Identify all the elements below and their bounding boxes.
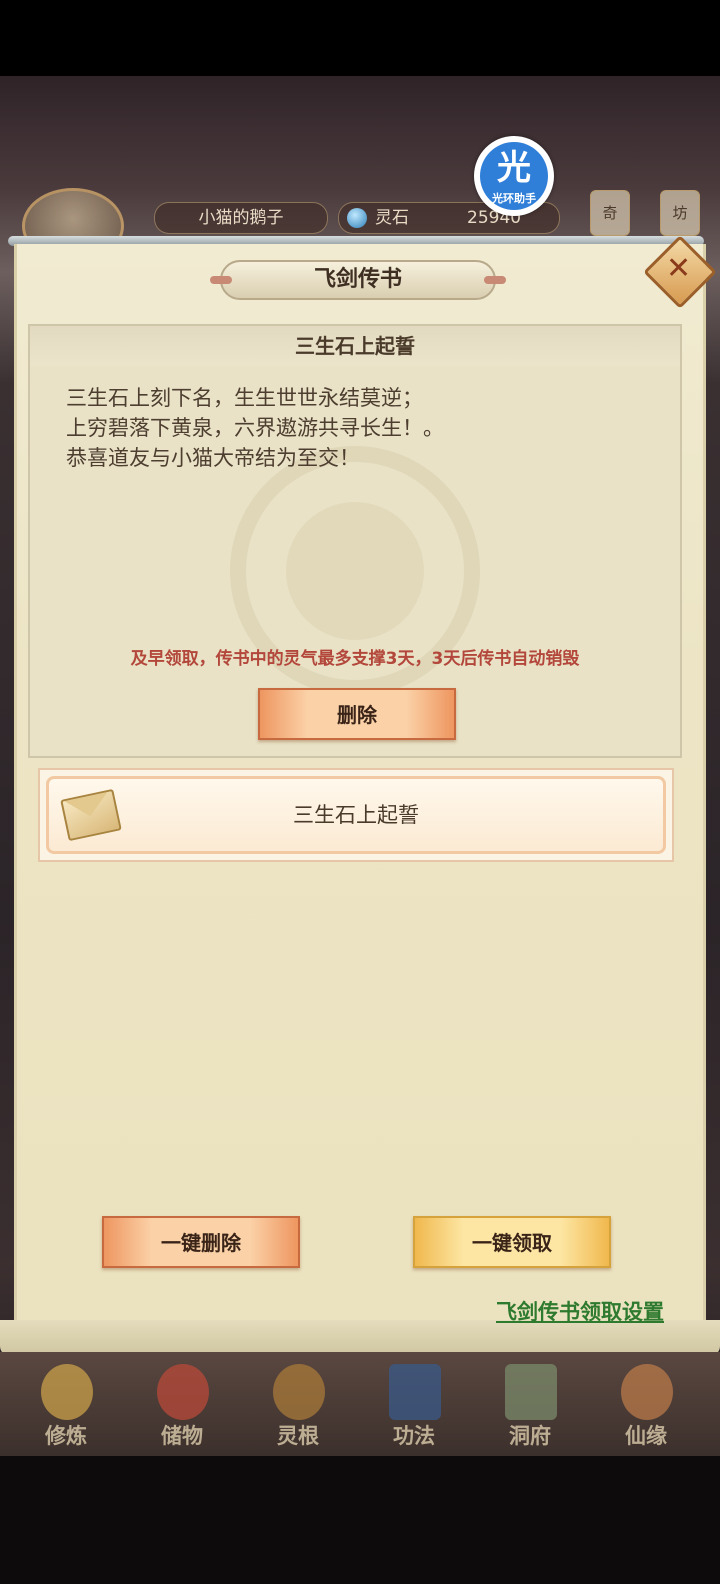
nav-item-cave[interactable]: 洞府 [480, 1360, 580, 1454]
nav-item-cultivate[interactable]: 修炼 [16, 1360, 116, 1454]
spirit-root-icon [273, 1364, 325, 1420]
nav-item-techniques[interactable]: 功法 [364, 1360, 464, 1454]
claim-all-button[interactable]: 一键领取 [413, 1216, 611, 1268]
nav-item-spirit-root[interactable]: 灵根 [248, 1360, 348, 1454]
badge-glyph: 光 [497, 148, 531, 188]
spirit-stone-label: 灵石 [375, 208, 409, 228]
spirit-stone-icon [347, 208, 367, 228]
nav-item-fate[interactable]: 仙缘 [596, 1360, 696, 1454]
nav-label: 洞府 [509, 1424, 551, 1448]
cave-dwelling-icon [505, 1364, 557, 1420]
letter-line: 上穷碧落下黄泉，六界遨游共寻长生！。 [66, 416, 444, 440]
nav-label: 修炼 [45, 1424, 87, 1448]
side-button-fang[interactable]: 坊 [660, 190, 700, 236]
list-item[interactable]: 三生石上起誓 [38, 768, 674, 862]
assistant-badge[interactable]: 光 光环助手 [474, 136, 554, 216]
cultivator-icon [41, 1364, 93, 1420]
close-icon: ✕ [666, 251, 692, 287]
letter-detail: 三生石上起誓 三生石上刻下名，生生世世永结莫逆； 上穷碧落下黄泉，六界遨游共寻长… [28, 324, 682, 758]
delete-button[interactable]: 删除 [258, 688, 456, 740]
nav-label: 储物 [161, 1424, 203, 1448]
nav-label: 功法 [393, 1424, 435, 1448]
expiry-warning: 及早领取，传书中的灵气最多支撑3天，3天后传书自动销毁 [130, 649, 580, 669]
nav-label: 仙缘 [625, 1424, 667, 1448]
letter-subject: 三生石上起誓 [30, 326, 680, 366]
book-icon [389, 1364, 441, 1420]
letter-line: 三生石上刻下名，生生世世永结莫逆； [66, 386, 423, 410]
player-name: 小猫的鹅子 [154, 202, 328, 234]
dialog-title: 飞剑传书 [210, 260, 506, 300]
letter-line: 恭喜道友与小猫大帝结为至交！ [66, 446, 360, 470]
badge-label: 光环助手 [492, 192, 536, 205]
nav-item-storage[interactable]: 储物 [132, 1360, 232, 1454]
side-button-qi[interactable]: 奇 [590, 190, 630, 236]
list-item-title: 三生石上起誓 [293, 803, 419, 827]
bag-icon [157, 1364, 209, 1420]
claim-settings-link[interactable]: 飞剑传书领取设置 [496, 1296, 664, 1326]
halo-assistant-icon: 光 光环助手 [480, 142, 548, 210]
bottom-nav: 修炼 储物 灵根 功法 洞府 仙缘 [0, 1352, 720, 1456]
bottom-area [0, 1456, 720, 1584]
fate-gourd-icon [621, 1364, 673, 1420]
status-bar [0, 0, 720, 76]
nav-label: 灵根 [277, 1424, 319, 1448]
delete-all-button[interactable]: 一键删除 [102, 1216, 300, 1268]
